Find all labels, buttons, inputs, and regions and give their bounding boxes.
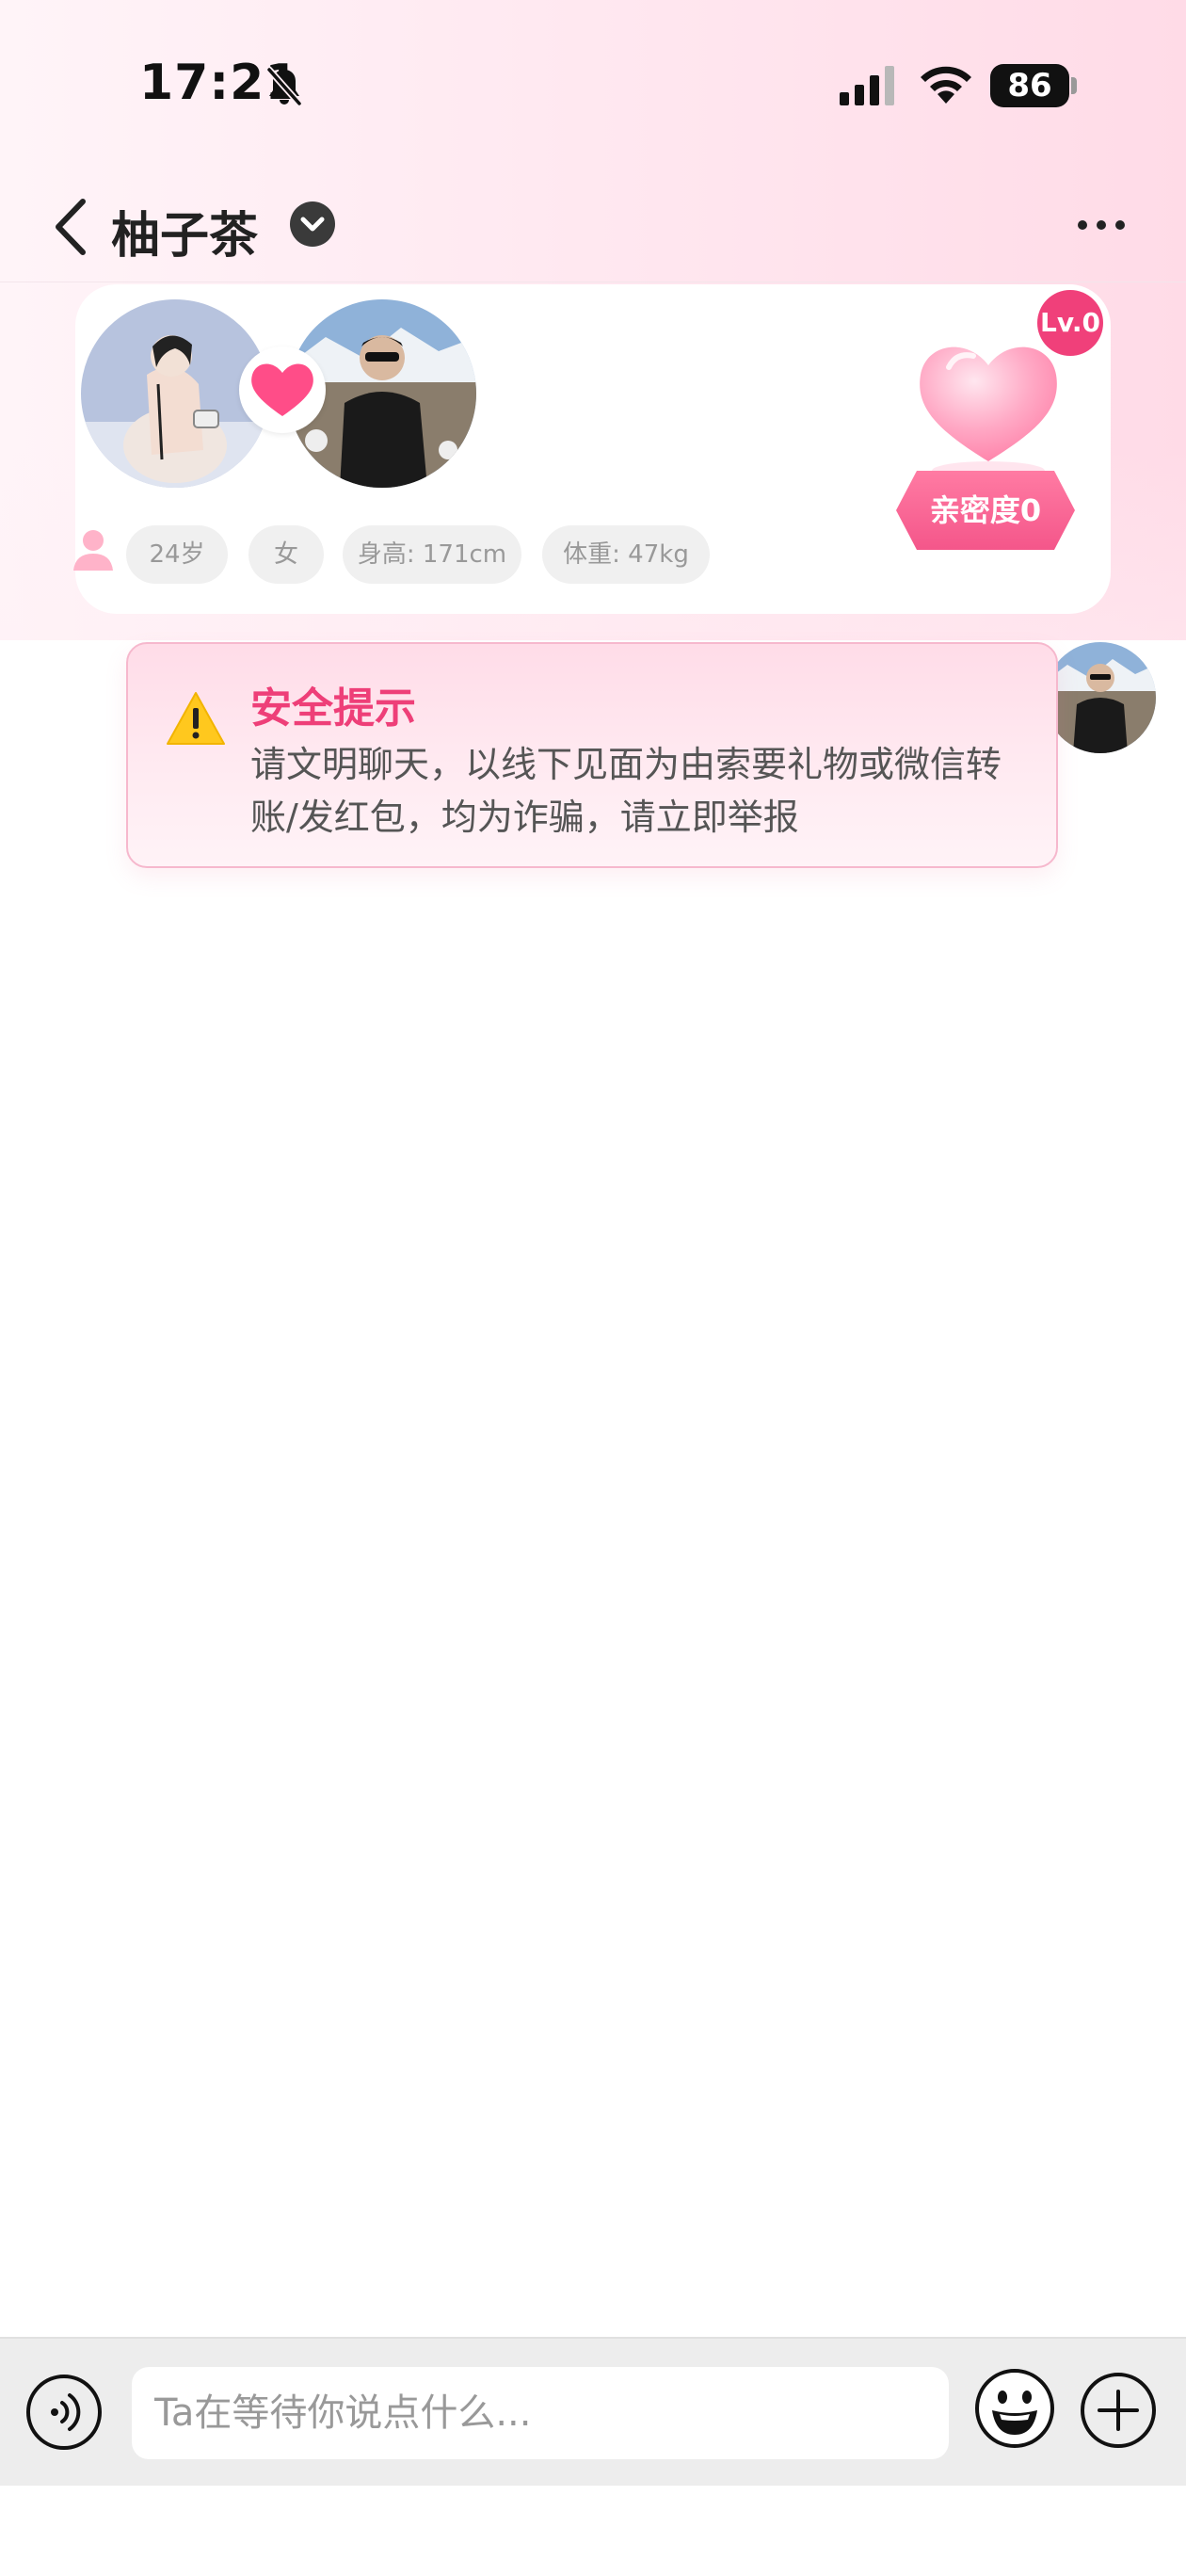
heart-link-icon bbox=[239, 346, 326, 433]
message-avatar[interactable] bbox=[1045, 642, 1156, 753]
battery-level: 86 bbox=[990, 64, 1069, 107]
intimacy-value: 亲密度0 bbox=[929, 492, 1042, 528]
emoji-icon[interactable] bbox=[973, 2367, 1056, 2450]
weight-tag: 体重: 47kg bbox=[542, 525, 710, 584]
safety-tip-title: 安全提示 bbox=[250, 684, 416, 733]
plus-icon[interactable] bbox=[1079, 2371, 1158, 2450]
level-badge: Lv.0 bbox=[1037, 290, 1103, 356]
message-input-bar bbox=[0, 2337, 1186, 2486]
height-tag: 身高: 171cm bbox=[343, 525, 521, 584]
message-input[interactable] bbox=[132, 2367, 949, 2459]
person-icon bbox=[73, 530, 113, 571]
chevron-down-icon[interactable] bbox=[290, 201, 335, 247]
voice-icon[interactable] bbox=[24, 2373, 104, 2452]
safety-tip-body: 请文明聊天，以线下见面为由索要礼物或微信转账/发红包，均为诈骗，请立即举报 bbox=[250, 744, 1002, 838]
cell-signal-icon bbox=[840, 66, 894, 105]
wifi-icon bbox=[921, 66, 971, 104]
chevron-left-icon[interactable] bbox=[47, 196, 94, 258]
warning-icon bbox=[167, 692, 225, 745]
more-icon[interactable] bbox=[1073, 211, 1130, 239]
contact-name[interactable]: 柚子茶 bbox=[111, 196, 258, 266]
battery-icon: 86 bbox=[990, 64, 1077, 107]
bell-off-icon bbox=[265, 66, 303, 107]
gender-tag: 女 bbox=[248, 525, 324, 584]
status-bar: 17:21 86 bbox=[0, 0, 1186, 169]
chat-header: 柚子茶 bbox=[0, 169, 1186, 282]
safety-tip-bubble: 安全提示 请文明聊天，以线下见面为由索要礼物或微信转账/发红包，均为诈骗，请立即… bbox=[126, 642, 1058, 868]
age-tag: 24岁 bbox=[126, 525, 228, 584]
